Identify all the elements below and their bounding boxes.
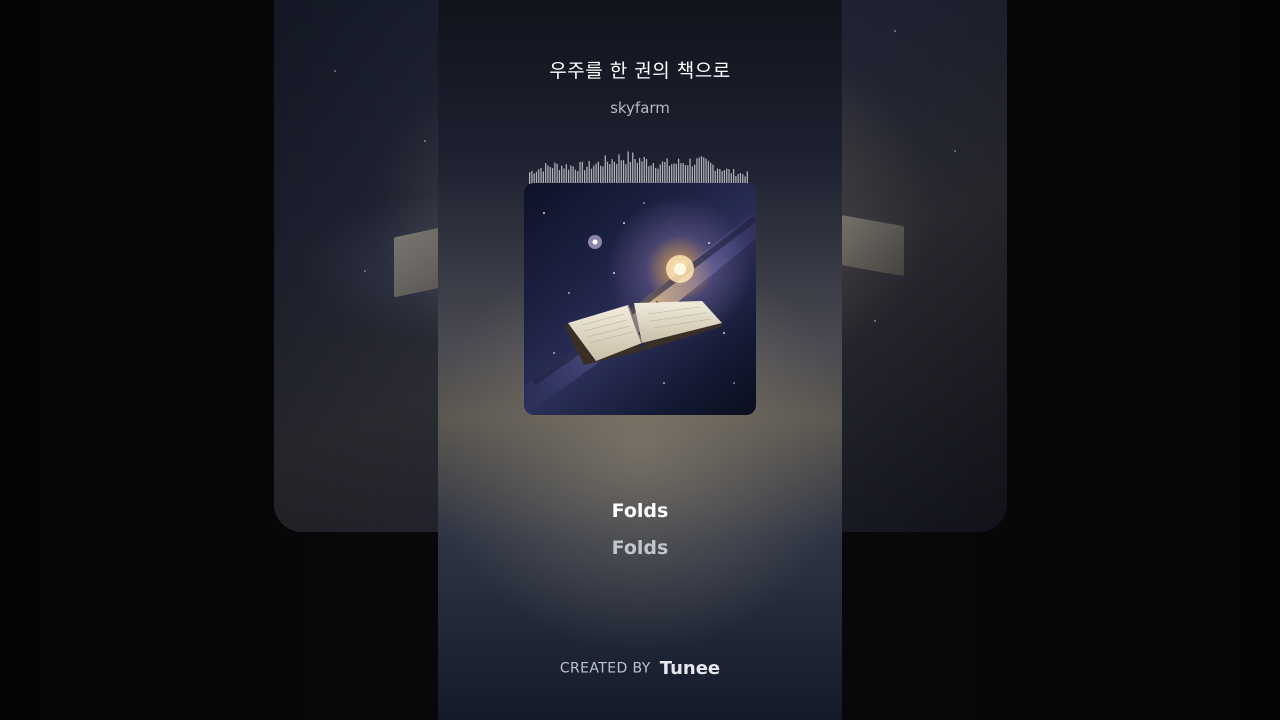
- waveform-bar: [565, 164, 567, 184]
- waveform-bar: [567, 169, 570, 184]
- waveform-bar: [540, 167, 542, 184]
- waveform-bar: [643, 156, 645, 184]
- waveform-bar: [700, 156, 703, 184]
- waveform-bar: [687, 165, 689, 184]
- waveform-bar: [561, 165, 563, 184]
- waveform-bar: [657, 168, 659, 184]
- song-title: 우주를 한 권의 책으로: [549, 60, 731, 82]
- waveform-bar: [600, 165, 602, 184]
- waveform-bar: [664, 161, 666, 184]
- waveform-bar: [572, 166, 574, 184]
- waveform-bar: [579, 162, 581, 184]
- artist-name: skyfarm: [610, 99, 670, 117]
- waveform-bar: [723, 170, 726, 184]
- waveform-bar: [597, 161, 600, 184]
- waveform-bar: [602, 166, 604, 184]
- waveform-bar: [611, 159, 613, 184]
- waveform-bar: [636, 162, 638, 184]
- waveform-bar: [732, 169, 735, 184]
- waveform-bar: [671, 164, 673, 184]
- lyric-current-line: Folds: [611, 500, 669, 522]
- waveform-bar: [584, 170, 586, 184]
- waveform-bar: [673, 163, 675, 184]
- waveform-bar: [604, 155, 606, 184]
- waveform-bar: [639, 157, 641, 184]
- waveform-bar: [581, 161, 583, 184]
- waveform-bar: [689, 158, 691, 184]
- waveform-bar: [563, 168, 565, 184]
- waveform-bar: [661, 161, 664, 184]
- waveform-bar: [641, 161, 643, 184]
- waveform-bar: [538, 169, 540, 184]
- waveform-bar: [556, 163, 558, 184]
- lyric-next-line: Folds: [611, 537, 669, 559]
- waveform-bar: [694, 164, 696, 184]
- brand-name: Tunee: [659, 658, 721, 679]
- waveform-bar: [705, 158, 707, 184]
- waveform-bar: [666, 158, 668, 184]
- waveform-bar: [650, 165, 652, 184]
- waveform-bar: [712, 164, 714, 184]
- video-frame: 우주를 한 권의 책으로 skyfarm Folds Folds CREATED…: [0, 0, 1280, 720]
- waveform-bar: [595, 163, 597, 184]
- waveform-bar: [618, 154, 620, 184]
- waveform-bar: [588, 160, 590, 184]
- player-panel: 우주를 한 권의 책으로 skyfarm Folds Folds CREATED…: [438, 0, 842, 720]
- credit-prefix: CREATED BY: [559, 660, 651, 677]
- waveform-bar: [710, 162, 712, 184]
- left-vignette: [0, 0, 438, 720]
- right-vignette: [842, 0, 1280, 720]
- waveform-bar: [551, 168, 554, 184]
- creator-credit: CREATED BY Tunee: [438, 658, 842, 679]
- waveform-bar: [625, 164, 627, 184]
- waveform-bar: [659, 164, 661, 184]
- waveform-bar: [645, 158, 648, 184]
- waveform-bar: [648, 166, 650, 184]
- galaxy-book-icon: [524, 202, 756, 415]
- waveform-bar: [707, 160, 710, 184]
- waveform-bar: [609, 164, 611, 184]
- waveform-bar: [545, 163, 547, 184]
- audio-waveform: [529, 151, 748, 184]
- waveform-bar: [684, 165, 687, 184]
- waveform-bar: [547, 165, 549, 184]
- waveform-bar: [632, 152, 634, 184]
- waveform-bar: [728, 169, 730, 184]
- waveform-bar: [606, 161, 609, 184]
- waveform-bar: [634, 159, 636, 184]
- waveform-bar: [616, 163, 618, 184]
- waveform-bar: [726, 168, 728, 184]
- waveform-bar: [655, 167, 657, 184]
- waveform-bar: [627, 151, 629, 184]
- waveform-bar: [554, 162, 556, 184]
- waveform-bar: [593, 165, 595, 184]
- waveform-bar: [696, 158, 698, 184]
- album-cover: [524, 183, 756, 415]
- waveform-bar: [668, 165, 671, 184]
- waveform-bar: [613, 161, 616, 184]
- waveform-bar: [719, 168, 721, 184]
- waveform-bar: [558, 170, 561, 184]
- waveform-bar: [590, 168, 593, 184]
- waveform-bar: [682, 163, 684, 184]
- waveform-bar: [629, 161, 632, 184]
- waveform-bar: [570, 165, 572, 184]
- waveform-bar: [652, 163, 655, 184]
- waveform-bar: [680, 163, 682, 184]
- waveform-bar: [586, 166, 588, 184]
- waveform-bar: [716, 168, 719, 184]
- waveform-bar: [703, 157, 705, 184]
- waveform-bar: [698, 157, 700, 184]
- waveform-bar: [549, 166, 551, 184]
- waveform-bar: [691, 166, 693, 184]
- waveform-bar: [622, 160, 625, 184]
- waveform-bar: [675, 163, 677, 184]
- waveform-bar: [677, 158, 680, 184]
- waveform-bar: [574, 169, 577, 184]
- waveform-bar: [620, 160, 622, 184]
